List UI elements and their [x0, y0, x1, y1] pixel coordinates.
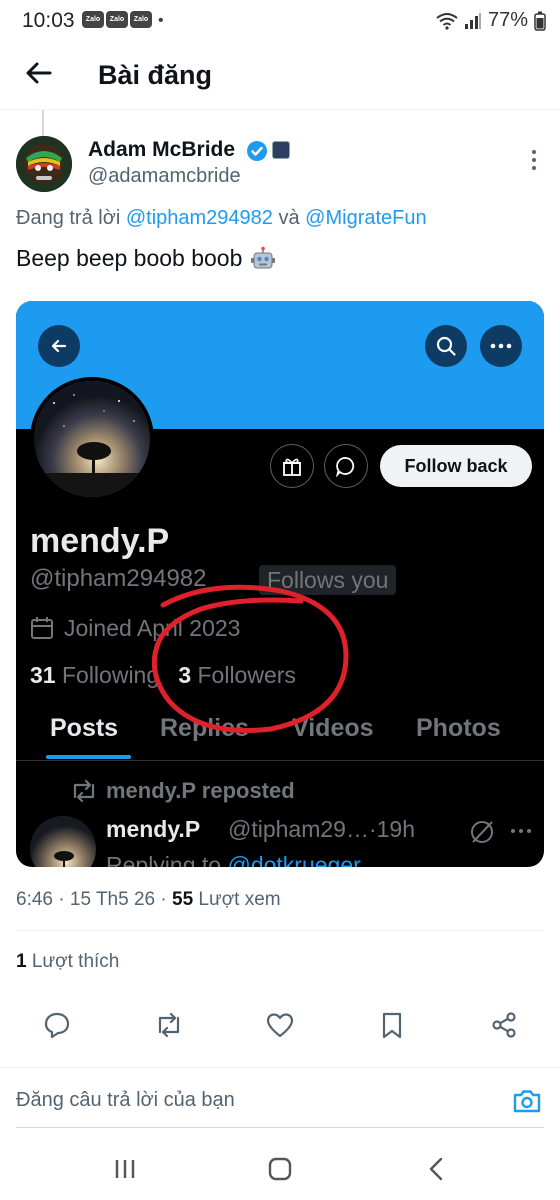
tab-divider — [16, 760, 544, 761]
post-text-content: Beep beep boob boob — [16, 245, 243, 271]
reposted-label: mendy.P reposted — [106, 778, 295, 803]
search-icon — [436, 336, 456, 356]
reply-user-link[interactable]: @tipham294982 — [126, 207, 273, 229]
following-count: 31 — [30, 662, 56, 688]
reply-composer-input[interactable]: Đăng câu trả lời của bạn — [16, 1089, 235, 1112]
embedded-replying-prefix: Replying to — [106, 852, 222, 867]
repost-icon — [73, 779, 95, 803]
top-app-bar: Bài đăng — [0, 40, 560, 110]
share-icon[interactable] — [489, 1010, 519, 1040]
embedded-post-replying: Replying to @dotkrueger — [106, 852, 361, 867]
signal-icon — [464, 12, 481, 29]
profile-avatar — [30, 377, 154, 501]
grok-icon — [471, 821, 493, 843]
back-icon[interactable] — [422, 1154, 452, 1184]
followers-count: 3 — [178, 662, 192, 688]
embedded-post-meta: @tipham29…·19h — [228, 816, 415, 842]
zalo-notification-icon: Zalo — [82, 11, 104, 28]
back-arrow-icon[interactable] — [22, 56, 56, 90]
avatar-image — [16, 136, 72, 192]
camera-icon[interactable] — [512, 1086, 542, 1116]
author-handle[interactable]: @adamamcbride — [88, 165, 241, 188]
embedded-message-button — [324, 444, 368, 488]
views-label: Lượt xem — [198, 889, 281, 910]
embedded-profile-handle: @tipham294982 — [30, 565, 207, 592]
more-horizontal-icon — [511, 829, 531, 833]
replying-to-joiner: và — [278, 207, 300, 229]
divider — [0, 1067, 560, 1068]
robot-emoji-icon — [251, 246, 276, 268]
post-date: 15 Th5 26 — [69, 889, 156, 910]
reply-icon[interactable] — [42, 1010, 72, 1040]
replying-to-line: Đang trả lời @tipham294982 và @MigrateFu… — [16, 207, 427, 230]
likes-count: 1 — [16, 951, 27, 972]
author-name[interactable]: Adam McBride — [88, 138, 235, 162]
calendar-icon — [31, 617, 53, 639]
more-options-icon[interactable] — [528, 148, 540, 172]
embedded-profile-name: mendy.P — [30, 522, 170, 560]
post-timestamp-views: 6:46 · 15 Th5 26 · 55 Lượt xem — [16, 889, 281, 910]
embedded-search-button — [425, 325, 467, 367]
battery-percent: 77% — [487, 9, 528, 31]
heart-icon[interactable] — [265, 1010, 295, 1040]
embedded-follow-back-button: Follow back — [380, 445, 532, 487]
embedded-tab-photos: Photos — [416, 714, 501, 742]
embedded-post-avatar — [30, 816, 96, 867]
back-arrow-icon — [51, 339, 67, 353]
attached-image[interactable]: Follow back mendy.P @tipham294982 Follow… — [16, 301, 544, 867]
night-sky-tree-image — [30, 816, 96, 867]
post-action-bar — [0, 1000, 560, 1050]
divider — [16, 930, 544, 931]
author-avatar[interactable] — [16, 136, 72, 192]
embedded-more-button — [480, 325, 522, 367]
embedded-post-author: mendy.P — [106, 816, 201, 842]
followers-label: Followers — [197, 662, 296, 688]
zalo-notification-icon: Zalo — [106, 11, 128, 28]
zalo-notification-icon: Zalo — [130, 11, 152, 28]
embedded-tab-videos: Videos — [292, 714, 374, 742]
status-indicators: 77% — [436, 9, 546, 32]
more-notifications-dot-icon: • — [158, 12, 164, 29]
composer-underline — [16, 1127, 544, 1128]
page-title: Bài đăng — [98, 60, 213, 90]
more-horizontal-icon — [490, 343, 512, 349]
night-sky-tree-image — [34, 381, 150, 497]
embedded-reply-user: @dotkrueger — [227, 852, 361, 867]
bookmark-icon[interactable] — [377, 1010, 407, 1040]
active-tab-indicator — [46, 755, 131, 759]
home-icon[interactable] — [265, 1154, 295, 1184]
status-bar: 10:03 Zalo Zalo Zalo • 77% — [0, 0, 560, 40]
gift-icon — [283, 458, 301, 476]
embedded-tab-posts: Posts — [50, 714, 119, 742]
thread-connector-line — [42, 110, 44, 136]
embedded-joined-date: Joined April 2023 — [64, 615, 241, 641]
follows-you-badge: Follows you — [259, 565, 397, 595]
embedded-follow-stats: 31 Following 3 Followers — [30, 662, 296, 689]
following-label: Following — [61, 662, 160, 688]
verified-badge-icon — [247, 141, 267, 161]
embedded-back-button — [38, 325, 80, 367]
status-time: 10:03 — [22, 9, 75, 32]
post-time: 6:46 — [16, 889, 53, 910]
post-text: Beep beep boob boob — [16, 245, 276, 272]
repost-icon[interactable] — [154, 1010, 184, 1040]
recent-apps-icon[interactable] — [110, 1154, 140, 1184]
embedded-tab-replies: Replies — [160, 714, 249, 742]
likes-summary[interactable]: 1 Lượt thích — [16, 951, 119, 973]
message-bubble-icon — [335, 457, 355, 477]
affiliate-badge-icon — [272, 141, 290, 159]
embedded-gift-button — [270, 444, 314, 488]
battery-icon — [534, 11, 546, 31]
wifi-icon — [436, 12, 458, 30]
likes-label: Lượt thích — [31, 951, 120, 972]
views-count: 55 — [172, 889, 194, 910]
reply-user-link[interactable]: @MigrateFun — [305, 207, 426, 229]
replying-to-prefix: Đang trả lời — [16, 207, 121, 229]
system-navigation-bar — [0, 1140, 560, 1200]
